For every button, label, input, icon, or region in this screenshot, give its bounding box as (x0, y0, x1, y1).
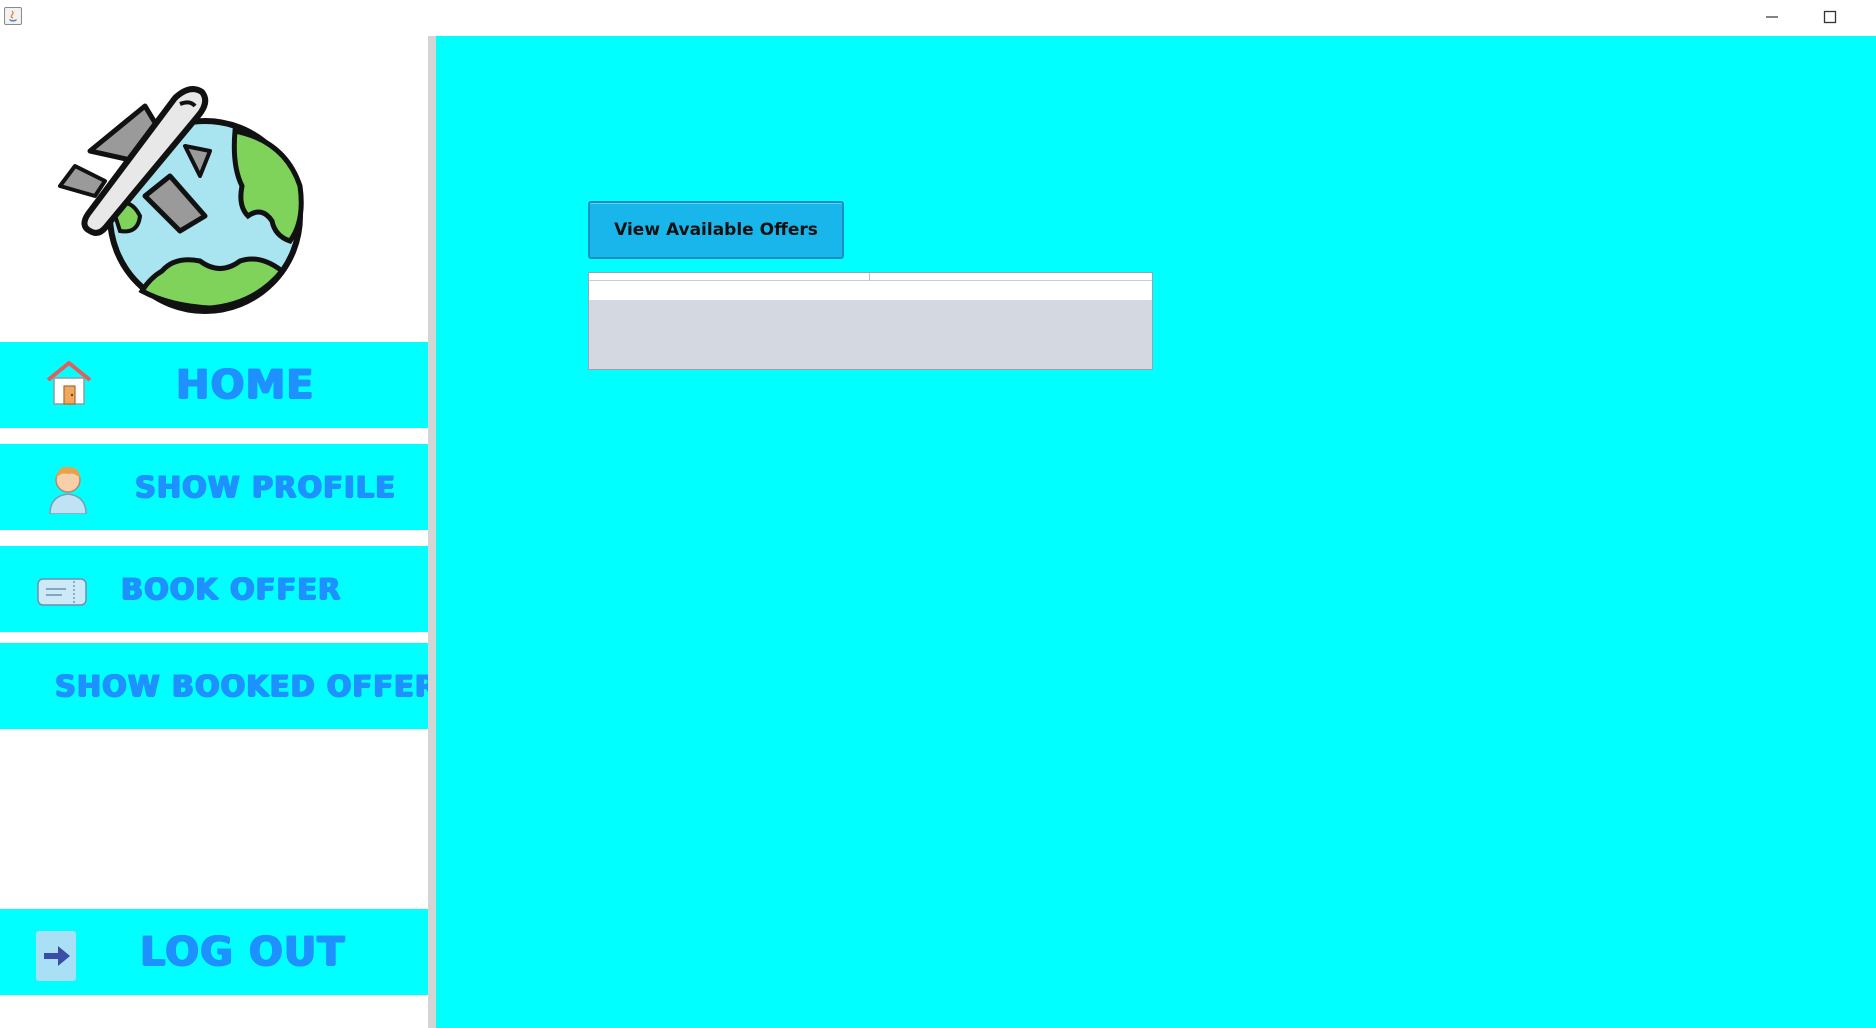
arrow-right-icon (36, 931, 76, 985)
table-empty-area (589, 300, 1152, 369)
table-row[interactable] (589, 281, 1152, 300)
nav-home-button[interactable]: HOME (0, 342, 428, 428)
house-icon (44, 358, 94, 412)
title-bar (0, 0, 1876, 36)
ticket-icon (36, 576, 88, 612)
java-app-icon (4, 7, 22, 25)
logout-button[interactable]: LOG OUT (0, 909, 428, 995)
sidebar: HOME SHOW PROFILE BOOK OFFER SHOW BOOKED… (0, 36, 459, 1028)
logout-label: LOG OUT (140, 929, 346, 975)
user-icon (46, 462, 90, 518)
table-header-cell[interactable] (589, 273, 870, 281)
sidebar-divider[interactable] (428, 36, 436, 1028)
nav-book-offer-button[interactable]: BOOK OFFER (0, 546, 428, 632)
nav-show-booked-offers-label: SHOW BOOKED OFFERS (55, 669, 461, 703)
table-header-cell[interactable] (870, 273, 1152, 281)
table-header (589, 273, 1152, 281)
main-content: View Available Offers (436, 36, 1876, 1028)
airplane-globe-icon (50, 56, 320, 316)
offers-table[interactable] (588, 272, 1153, 370)
nav-show-profile-label: SHOW PROFILE (135, 470, 397, 504)
nav-show-profile-button[interactable]: SHOW PROFILE (0, 444, 428, 530)
nav-home-label: HOME (176, 362, 315, 408)
view-available-offers-button[interactable]: View Available Offers (588, 201, 844, 259)
maximize-icon[interactable] (1808, 4, 1852, 30)
nav-book-offer-label: BOOK OFFER (121, 572, 342, 606)
nav-show-booked-offers-button[interactable]: SHOW BOOKED OFFERS (0, 643, 459, 729)
minimize-icon[interactable] (1750, 4, 1794, 30)
